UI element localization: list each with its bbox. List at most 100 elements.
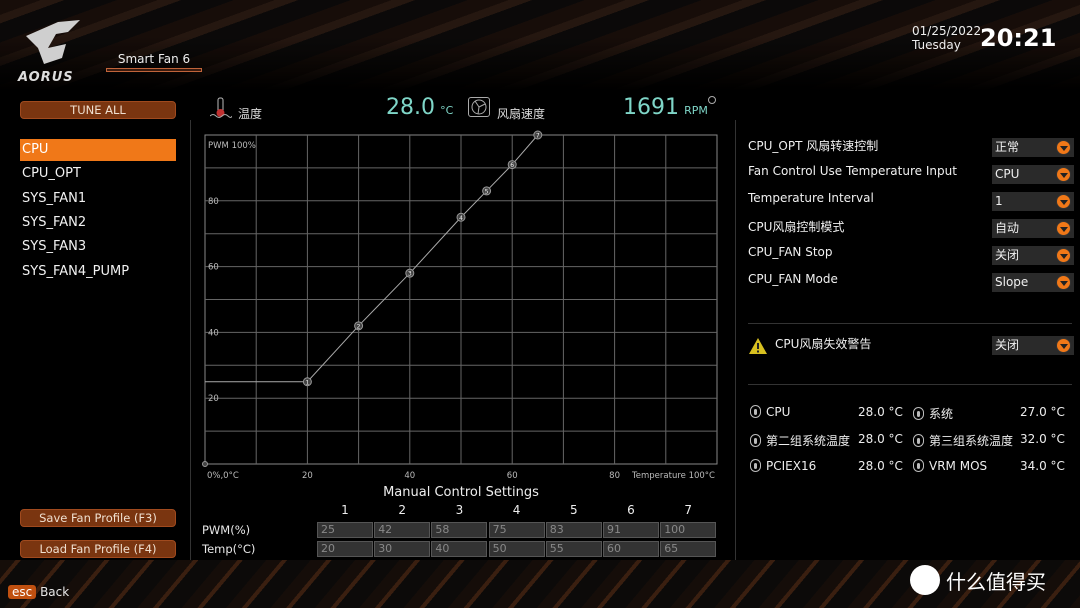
thermometer-icon — [750, 459, 761, 472]
fan-curve-chart[interactable]: PWM 100% Temperature 100°C 0%,0°C 20 40 60 80 2… — [195, 128, 725, 480]
pwm-input[interactable]: 75 — [488, 522, 545, 538]
x-tick-label: 60 — [507, 471, 518, 480]
temp-input[interactable]: 50 — [488, 541, 545, 557]
sensor-name: PCIEX16 — [766, 459, 817, 473]
pwm-input[interactable]: 58 — [431, 522, 488, 538]
setting-dropdown[interactable]: Slope — [992, 273, 1074, 292]
sensor-name: VRM MOS — [929, 459, 988, 473]
temp-sensor-value: 34.0 °C — [1020, 459, 1065, 473]
watermark-text: 什么值得买 — [946, 570, 1046, 594]
temp-sensor-label: CPU — [750, 405, 790, 419]
pwm-input[interactable]: 91 — [603, 522, 659, 538]
temp-input[interactable]: 20 — [317, 541, 373, 557]
pwm-input[interactable]: 42 — [374, 522, 431, 538]
temperature-value: 28.0 — [386, 95, 435, 120]
pwm-input[interactable]: 83 — [545, 522, 602, 538]
x-tick-label: 20 — [302, 471, 313, 480]
fan-fail-warning-dropdown[interactable]: 关闭 — [992, 336, 1074, 355]
thermometer-icon — [750, 434, 761, 447]
watermark: 什么值得买 — [910, 565, 1046, 595]
temp-sensor-label: 第二组系统温度 — [750, 432, 850, 449]
chevron-down-icon — [1056, 194, 1071, 209]
temperature-unit: °C — [440, 104, 454, 117]
point-column-header: 4 — [512, 503, 521, 517]
temp-sensor-value: 32.0 °C — [1020, 432, 1065, 446]
setting-label: CPU_FAN Mode — [748, 272, 838, 286]
save-fan-profile-button[interactable]: Save Fan Profile (F3) — [20, 509, 176, 527]
setting-dropdown[interactable]: CPU — [992, 165, 1074, 184]
temp-row-label: Temp(°C) — [202, 542, 256, 556]
divider — [748, 384, 1072, 385]
sidebar-item-cpu[interactable]: CPU — [20, 139, 176, 161]
sidebar-item-sys_fan1[interactable]: SYS_FAN1 — [20, 188, 176, 210]
temp-sensor-label: 系统 — [913, 405, 953, 422]
temp-input[interactable]: 30 — [374, 541, 431, 557]
curve-point-0[interactable] — [202, 461, 208, 467]
brand-text: AORUS — [18, 70, 74, 85]
setting-dropdown[interactable]: 正常 — [992, 138, 1074, 157]
curve-segment — [307, 325, 359, 383]
sidebar-item-sys_fan3[interactable]: SYS_FAN3 — [20, 236, 176, 258]
setting-label: CPU_OPT 风扇转速控制 — [748, 139, 879, 153]
sidebar-item-sys_fan4_pump[interactable]: SYS_FAN4_PUMP — [20, 261, 176, 283]
setting-dropdown[interactable]: 关闭 — [992, 246, 1074, 265]
setting-label: Temperature Interval — [748, 191, 874, 205]
curve-segment — [486, 164, 513, 192]
dropdown-value: 自动 — [995, 221, 1020, 235]
pwm-input[interactable]: 25 — [317, 522, 373, 538]
curve-point-label: 2 — [357, 323, 361, 330]
dropdown-value: 正常 — [995, 140, 1020, 154]
tab-smart-fan-6[interactable]: Smart Fan 6 — [108, 52, 200, 66]
point-column-header: 6 — [627, 503, 635, 517]
curve-segment — [460, 190, 487, 218]
curve-segment — [511, 134, 539, 165]
load-fan-profile-button[interactable]: Load Fan Profile (F4) — [20, 540, 176, 558]
esc-back-button[interactable]: esc Back — [8, 585, 69, 599]
weekday: Tuesday — [912, 38, 961, 52]
fan-speed-value: 1691 — [623, 95, 679, 120]
dropdown-value: CPU — [995, 167, 1020, 181]
warning-icon — [749, 338, 767, 354]
temp-input[interactable]: 55 — [545, 541, 602, 557]
y-tick-label: 40 — [208, 328, 219, 338]
temp-sensor-label: 第三组系统温度 — [913, 432, 1013, 449]
sensor-name: 第三组系统温度 — [929, 434, 1014, 448]
fan-fail-warning-label: CPU风扇失效警告 — [775, 337, 872, 351]
settings-icon[interactable] — [708, 96, 716, 104]
chevron-down-icon — [1056, 338, 1071, 353]
divider — [748, 323, 1072, 324]
fan-speed-unit: RPM — [684, 104, 708, 117]
sensor-name: 第二组系统温度 — [766, 434, 851, 448]
y-tick-label: 20 — [208, 394, 219, 404]
setting-label: CPU风扇控制模式 — [748, 220, 845, 234]
temp-sensor-value: 28.0 °C — [858, 459, 903, 473]
esc-key: esc — [8, 585, 37, 599]
x-tick-label: 80 — [609, 471, 620, 480]
temp-sensor-label: PCIEX16 — [750, 459, 816, 473]
sensor-name: 系统 — [929, 407, 954, 421]
pwm-input[interactable]: 100 — [660, 522, 717, 538]
pwm-row-label: PWM(%) — [202, 523, 251, 537]
temp-sensor-value: 27.0 °C — [1020, 405, 1065, 419]
tune-all-button[interactable]: TUNE ALL — [20, 101, 176, 119]
fan-icon — [468, 97, 490, 117]
curve-point-label: 5 — [485, 188, 489, 195]
setting-dropdown[interactable]: 1 — [992, 192, 1074, 211]
sidebar-item-sys_fan2[interactable]: SYS_FAN2 — [20, 212, 176, 234]
temp-input[interactable]: 40 — [431, 541, 488, 557]
thermometer-icon — [913, 434, 924, 447]
point-column-header: 2 — [398, 503, 406, 517]
temp-input[interactable]: 60 — [603, 541, 659, 557]
curve-point-label: 3 — [408, 271, 412, 278]
chevron-down-icon — [1056, 140, 1071, 155]
dropdown-value: Slope — [995, 275, 1029, 289]
chevron-down-icon — [1056, 221, 1071, 236]
temp-input[interactable]: 65 — [660, 541, 717, 557]
chevron-down-icon — [1056, 275, 1071, 290]
setting-dropdown[interactable]: 自动 — [992, 219, 1074, 238]
x-tick-label: 40 — [404, 471, 415, 480]
chevron-down-icon — [1056, 248, 1071, 263]
sidebar-item-cpu_opt[interactable]: CPU_OPT — [20, 163, 176, 185]
thermometer-icon — [913, 459, 924, 472]
point-column-header: 5 — [569, 503, 578, 517]
